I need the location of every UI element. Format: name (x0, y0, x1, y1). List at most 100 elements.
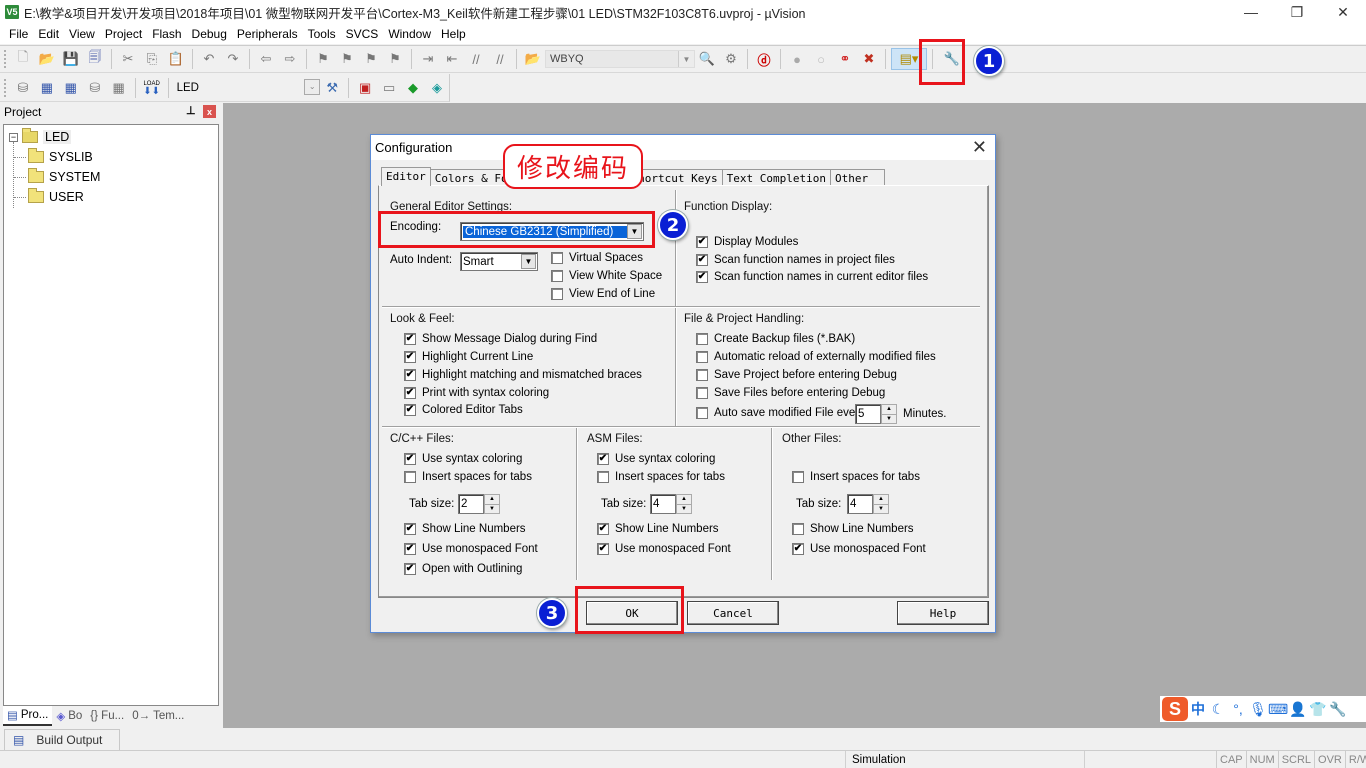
auto-reload-checkbox[interactable]: Automatic reload of externally modified … (696, 351, 936, 363)
auto-save-checkbox[interactable]: Auto save modified File every (696, 407, 865, 419)
next-bookmark-icon[interactable]: ⚑ (360, 48, 382, 70)
redo-icon[interactable]: ↷ (222, 48, 244, 70)
download-load-icon[interactable]: LOAD ⬇⬇ (141, 77, 163, 99)
comment-icon[interactable]: // (465, 48, 487, 70)
menu-help[interactable]: Help (436, 27, 471, 41)
tree-root-led[interactable]: − LED (9, 128, 72, 144)
stop-build-icon[interactable]: ▦ (108, 77, 130, 99)
checkbox-box[interactable]: ✔ (404, 387, 416, 399)
menu-peripherals[interactable]: Peripherals (232, 27, 303, 41)
menu-svcs[interactable]: SVCS (341, 27, 384, 41)
menu-edit[interactable]: Edit (33, 27, 64, 41)
checkbox-box[interactable]: ✔ (792, 543, 804, 555)
new-file-icon[interactable]: 🗋 (12, 48, 34, 70)
find-in-files-icon[interactable]: 📂 (522, 48, 544, 70)
menu-flash[interactable]: Flash (147, 27, 186, 41)
checkbox-box[interactable]: ✔ (404, 563, 416, 575)
checkbox-box[interactable]: ✔ (404, 453, 416, 465)
panel-close-icon[interactable]: x (203, 105, 216, 118)
asm-insert-spaces-checkbox[interactable]: Insert spaces for tabs (597, 471, 725, 483)
checkbox-box[interactable] (597, 471, 609, 483)
other-tab-size-spinner[interactable]: 4 ▲ ▼ (847, 494, 889, 514)
asm-monospaced-checkbox[interactable]: ✔ Use monospaced Font (597, 543, 731, 555)
spin-up-icon[interactable]: ▲ (882, 405, 896, 414)
spin-up-icon[interactable]: ▲ (677, 495, 691, 504)
kill-breakpoints-icon[interactable]: ✖ (858, 48, 880, 70)
asm-tab-size-spinner[interactable]: 4 ▲ ▼ (650, 494, 692, 514)
tab-books[interactable]: ◈ Bo (52, 706, 86, 726)
dialog-close-button[interactable]: ✕ (972, 137, 987, 158)
copy-icon[interactable]: ⎘ (141, 48, 163, 70)
find-combo[interactable]: WBYQ ▼ (545, 50, 695, 68)
run-time-env-icon[interactable]: ◆ (402, 77, 424, 99)
moon-icon[interactable]: ☾ (1208, 701, 1228, 718)
checkbox-box[interactable]: ✔ (597, 523, 609, 535)
tab-other[interactable]: Other (830, 169, 886, 186)
asm-syntax-coloring-checkbox[interactable]: ✔ Use syntax coloring (597, 453, 715, 465)
cpp-syntax-coloring-checkbox[interactable]: ✔ Use syntax coloring (404, 453, 522, 465)
tree-group-user[interactable]: USER (14, 188, 84, 204)
batch-build-icon[interactable]: ⛁ (84, 77, 106, 99)
skin-icon[interactable]: 👕 (1308, 701, 1328, 718)
menu-debug[interactable]: Debug (187, 27, 232, 41)
checkbox-box[interactable] (696, 407, 708, 419)
checkbox-box[interactable]: ✔ (597, 453, 609, 465)
spin-down-icon[interactable]: ▼ (677, 503, 691, 514)
virtual-spaces-checkbox[interactable]: Virtual Spaces (551, 252, 643, 264)
clear-bookmarks-icon[interactable]: ⚑ (384, 48, 406, 70)
other-tab-size-input[interactable]: 4 (847, 494, 873, 514)
checkbox-box[interactable]: ✔ (404, 523, 416, 535)
auto-indent-select[interactable]: Smart ▼ (460, 252, 538, 271)
scan-editor-files-checkbox[interactable]: ✔ Scan function names in current editor f… (696, 271, 928, 283)
asm-line-numbers-checkbox[interactable]: ✔ Show Line Numbers (597, 523, 719, 535)
tab-editor[interactable]: Editor (381, 167, 431, 186)
unindent-icon[interactable]: ⇤ (441, 48, 463, 70)
checkbox-box[interactable]: ✔ (404, 369, 416, 381)
chevron-down-icon[interactable]: ▼ (521, 254, 536, 269)
cpp-line-numbers-checkbox[interactable]: ✔ Show Line Numbers (404, 523, 526, 535)
find-icon[interactable]: 🔍 (696, 48, 718, 70)
asm-tab-size-input[interactable]: 4 (650, 494, 676, 514)
punct-icon[interactable]: °, (1228, 701, 1248, 717)
save-files-before-debug-checkbox[interactable]: Save Files before entering Debug (696, 387, 885, 399)
restore-button[interactable]: ❐ (1274, 0, 1320, 24)
minimize-button[interactable]: — (1228, 0, 1274, 24)
cpp-monospaced-checkbox[interactable]: ✔ Use monospaced Font (404, 543, 538, 555)
checkbox-box[interactable] (551, 288, 563, 300)
spin-down-icon[interactable]: ▼ (874, 503, 888, 514)
bookmark-icon[interactable]: ⚑ (312, 48, 334, 70)
build-output-tab[interactable]: ▤ Build Output (4, 729, 120, 750)
toolbar-grip[interactable] (3, 77, 7, 98)
translate-icon[interactable]: ⛁ (12, 77, 34, 99)
tab-functions[interactable]: {} Fu... (86, 706, 128, 726)
spin-down-icon[interactable]: ▼ (882, 413, 896, 424)
checkbox-box[interactable] (792, 471, 804, 483)
target-options-icon[interactable]: ⚒ (321, 77, 343, 99)
target-combo[interactable]: LED ⌄ (172, 78, 321, 97)
view-end-of-line-checkbox[interactable]: View End of Line (551, 288, 655, 300)
checkbox-box[interactable]: ✔ (696, 254, 708, 266)
checkbox-box[interactable] (404, 471, 416, 483)
display-modules-checkbox[interactable]: ✔ Display Modules (696, 236, 798, 248)
autosave-minutes-input[interactable]: 5 (855, 404, 881, 424)
checkbox-box[interactable] (551, 252, 563, 264)
prev-bookmark-icon[interactable]: ⚑ (336, 48, 358, 70)
menu-view[interactable]: View (64, 27, 100, 41)
checkbox-box[interactable] (551, 270, 563, 282)
tree-group-system[interactable]: SYSTEM (14, 168, 100, 184)
create-backup-checkbox[interactable]: Create Backup files (*.BAK) (696, 333, 855, 345)
other-line-numbers-checkbox[interactable]: Show Line Numbers (792, 523, 914, 535)
print-syntax-coloring-checkbox[interactable]: ✔ Print with syntax coloring (404, 387, 549, 399)
tree-group-syslib[interactable]: SYSLIB (14, 148, 93, 164)
toolbar-grip[interactable] (3, 49, 7, 69)
checkbox-box[interactable]: ✔ (404, 404, 416, 416)
ime-lang-toggle[interactable]: 中 (1188, 699, 1208, 719)
other-insert-spaces-checkbox[interactable]: Insert spaces for tabs (792, 471, 920, 483)
cpp-outlining-checkbox[interactable]: ✔ Open with Outlining (404, 563, 522, 575)
cpp-insert-spaces-checkbox[interactable]: Insert spaces for tabs (404, 471, 532, 483)
checkbox-box[interactable]: ✔ (404, 543, 416, 555)
cpp-tab-size-input[interactable]: 2 (458, 494, 484, 514)
disable-breakpoints-icon[interactable]: ⚭ (834, 48, 856, 70)
other-monospaced-checkbox[interactable]: ✔ Use monospaced Font (792, 543, 926, 555)
autosave-minutes-spinner[interactable]: 5 ▲ ▼ (855, 404, 897, 424)
